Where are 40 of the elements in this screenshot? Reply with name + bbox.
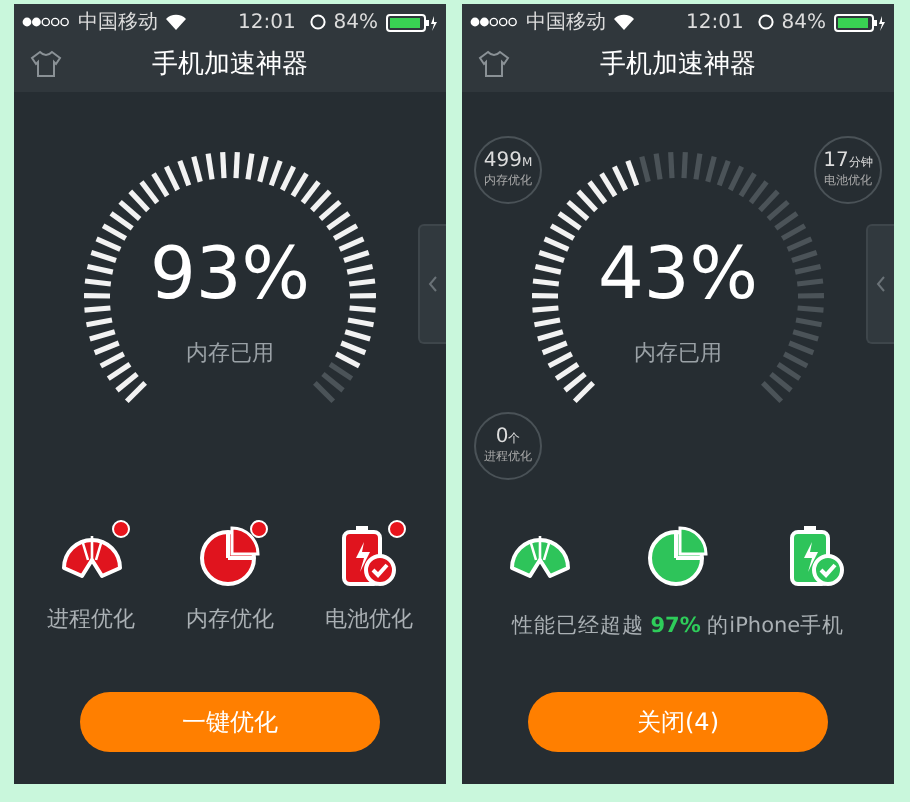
usage-caption: 内存已用: [184, 338, 276, 370]
performance-summary: 性能已经超越 97% 的iPhone手机: [509, 612, 847, 642]
feature-label: 内存优化: [185, 604, 274, 636]
wifi-icon: [166, 14, 186, 30]
usage-caption: 内存已用: [632, 338, 724, 370]
usage-percent: 93%: [147, 240, 312, 312]
stat-value: 0: [495, 425, 509, 447]
feature-label: 电池优化: [324, 604, 413, 636]
shirt-icon[interactable]: [30, 50, 62, 78]
time-label: 12:01: [686, 9, 744, 37]
action-button[interactable]: 关闭(4): [528, 692, 828, 752]
alert-dot: [111, 520, 130, 538]
battery-percent: 84%: [781, 9, 826, 37]
rotation-lock-icon: [309, 14, 326, 30]
side-handle[interactable]: [866, 224, 894, 344]
stat-value: 17: [823, 149, 849, 171]
battery-icon[interactable]: [786, 524, 847, 588]
battery-percent: 84%: [333, 9, 378, 37]
wifi-icon: [614, 14, 634, 30]
battery-icon[interactable]: [338, 524, 399, 588]
side-handle[interactable]: [418, 224, 446, 344]
rotation-lock-icon: [757, 14, 774, 30]
memory-icon[interactable]: [197, 524, 262, 588]
time-label: 12:01: [238, 9, 296, 37]
stat-value: 499: [483, 149, 522, 171]
shirt-icon[interactable]: [478, 50, 510, 78]
carrier-label: 中国移动: [526, 9, 606, 37]
feature-label: 进程优化: [47, 604, 136, 636]
alert-dot: [388, 520, 407, 538]
app-title: 手机加速神器: [600, 48, 756, 85]
signal-icon: [22, 16, 70, 28]
usage-percent: 43%: [595, 240, 760, 312]
alert-dot: [249, 520, 268, 538]
memory-icon[interactable]: [645, 524, 710, 588]
signal-icon: [470, 16, 518, 28]
carrier-label: 中国移动: [78, 9, 158, 37]
app-title: 手机加速神器: [152, 48, 308, 85]
battery-icon: [834, 13, 886, 31]
action-button[interactable]: 一键优化: [80, 692, 380, 752]
battery-icon: [386, 13, 438, 31]
